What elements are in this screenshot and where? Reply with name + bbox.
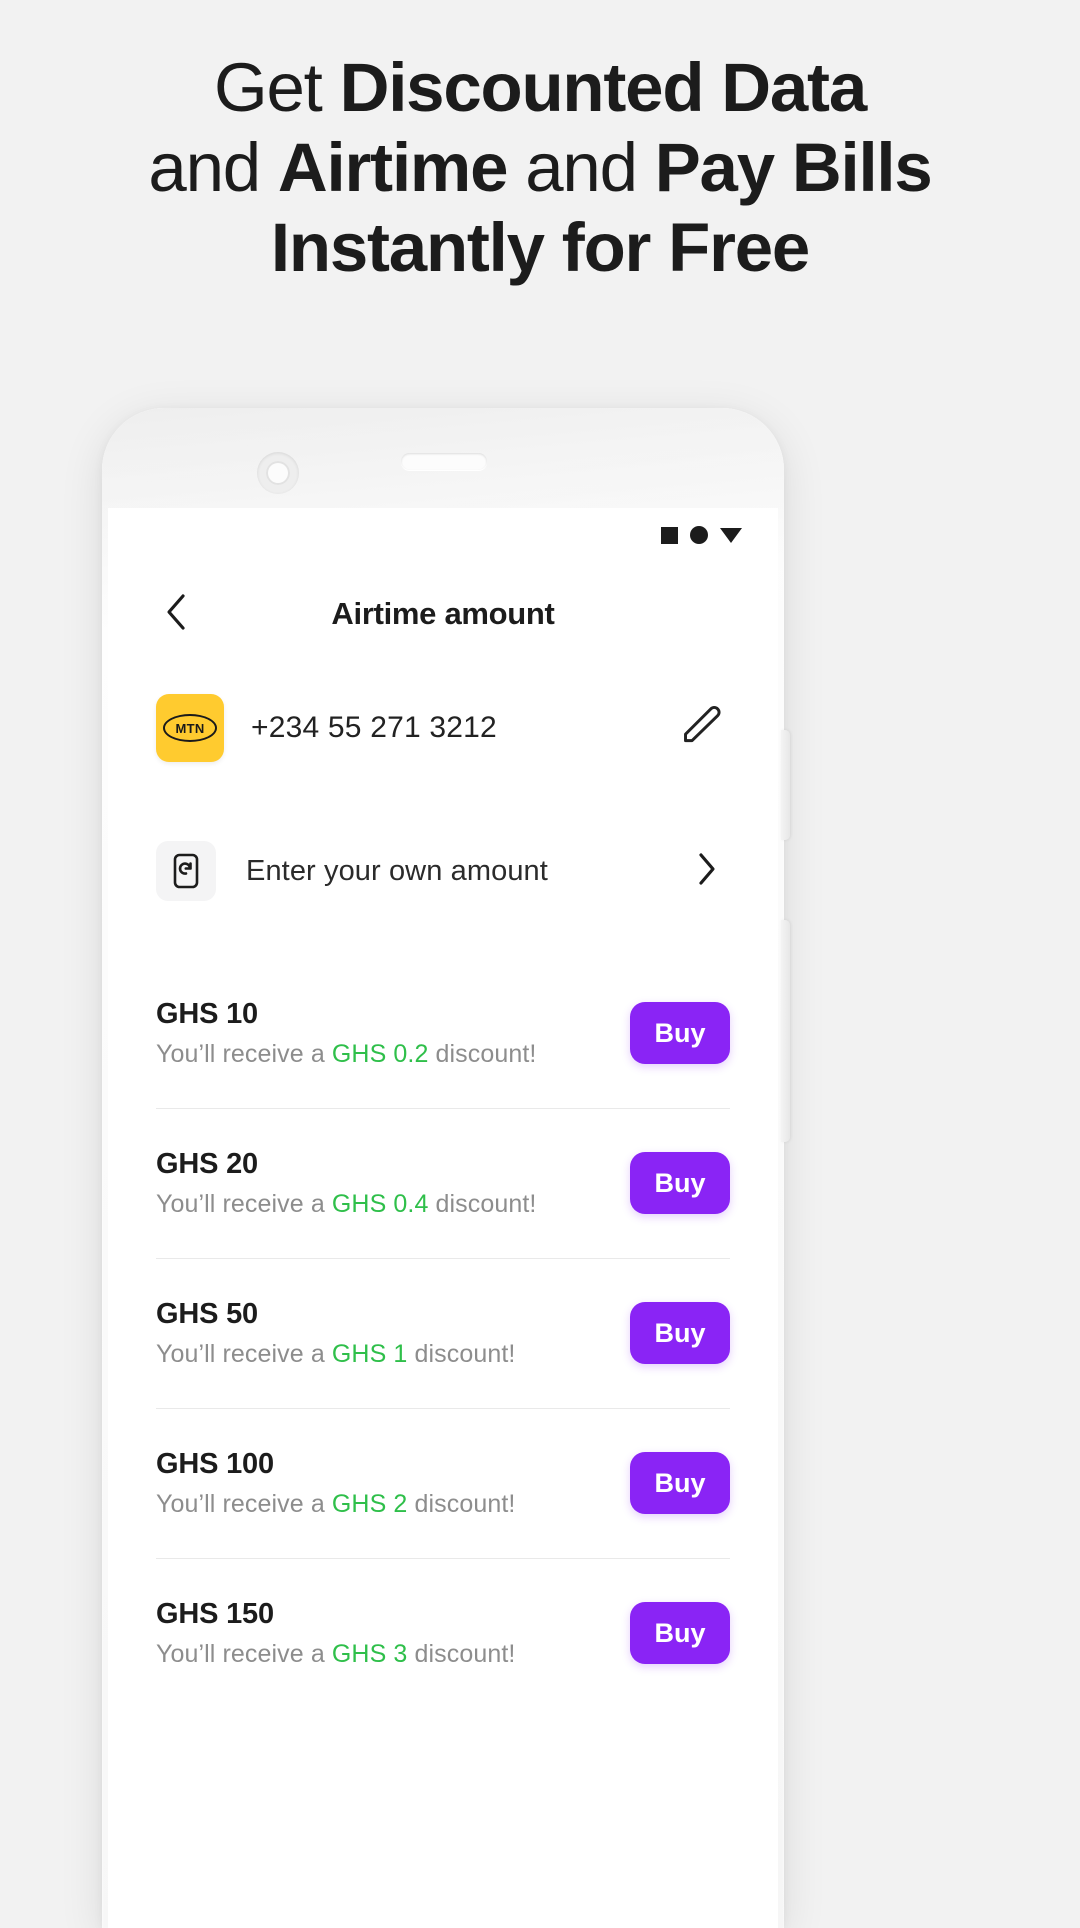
headline-line-1: Get Discounted Data (0, 48, 1080, 128)
headline-line-2: and Airtime and Pay Bills (0, 128, 1080, 208)
volume-button[interactable] (781, 730, 790, 840)
chevron-left-icon (165, 593, 187, 636)
earpiece-speaker-icon (401, 453, 487, 470)
recipient-phone-number: +234 55 271 3212 (251, 711, 497, 744)
promo-headline: Get Discounted Data and Airtime and Pay … (0, 48, 1080, 288)
discount-value: GHS 0.2 (331, 1039, 429, 1068)
denomination-list: GHS 10 You’ll receive a GHS 0.2 discount… (108, 958, 778, 1708)
denomination-info: GHS 150 You’ll receive a GHS 3 discount! (156, 1598, 630, 1669)
camera-dot-icon (257, 452, 299, 494)
denomination-amount: GHS 150 (156, 1597, 274, 1630)
denomination-row[interactable]: GHS 150 You’ll receive a GHS 3 discount!… (108, 1558, 778, 1708)
denomination-info: GHS 100 You’ll receive a GHS 2 discount! (156, 1448, 630, 1519)
headline-text-get: Get (213, 49, 340, 126)
denomination-discount-text: You’ll receive a GHS 1 discount! (156, 1340, 630, 1369)
denomination-amount: GHS 20 (156, 1147, 258, 1180)
enter-own-amount-row[interactable]: Enter your own amount (108, 816, 778, 926)
denomination-amount: GHS 10 (156, 997, 258, 1030)
buy-button[interactable]: Buy (630, 1152, 730, 1214)
discount-suffix: discount! (428, 1039, 537, 1068)
discount-suffix: discount! (407, 1639, 516, 1668)
denomination-amount: GHS 100 (156, 1447, 274, 1480)
pencil-edit-icon (682, 704, 726, 753)
app-screen: Airtime amount MTN +234 55 271 3212 Ente… (108, 508, 778, 1928)
headline-text-instantly-for-free: Instantly for Free (270, 209, 810, 286)
phone-mockup: Airtime amount MTN +234 55 271 3212 Ente… (102, 408, 790, 1928)
headline-text-discounted-data: Discounted Data (339, 49, 868, 126)
denomination-discount-text: You’ll receive a GHS 0.4 discount! (156, 1190, 630, 1219)
mtn-logo-icon: MTN (156, 694, 224, 762)
discount-prefix: You’ll receive a (156, 1039, 332, 1068)
denomination-row[interactable]: GHS 100 You’ll receive a GHS 2 discount!… (108, 1408, 778, 1558)
buy-button[interactable]: Buy (630, 1302, 730, 1364)
chevron-right-icon (697, 852, 717, 891)
headline-text-and-1: and (148, 129, 278, 206)
buy-button[interactable]: Buy (630, 1602, 730, 1664)
enter-own-amount-chevron-button[interactable] (684, 848, 730, 894)
discount-suffix: discount! (407, 1339, 516, 1368)
status-bar (661, 526, 742, 544)
enter-own-amount-label: Enter your own amount (246, 854, 548, 887)
network-logo-label: MTN (163, 714, 217, 742)
headline-text-airtime: Airtime (277, 129, 509, 206)
screen-header: Airtime amount (108, 578, 778, 650)
page-title: Airtime amount (331, 596, 555, 631)
discount-suffix: discount! (407, 1489, 516, 1518)
power-button[interactable] (781, 920, 790, 1142)
denomination-info: GHS 10 You’ll receive a GHS 0.2 discount… (156, 998, 630, 1069)
discount-suffix: discount! (428, 1189, 537, 1218)
denomination-discount-text: You’ll receive a GHS 0.2 discount! (156, 1040, 630, 1069)
denomination-row[interactable]: GHS 50 You’ll receive a GHS 1 discount! … (108, 1258, 778, 1408)
headline-line-3: Instantly for Free (0, 208, 1080, 288)
denomination-info: GHS 50 You’ll receive a GHS 1 discount! (156, 1298, 630, 1369)
denomination-discount-text: You’ll receive a GHS 2 discount! (156, 1490, 630, 1519)
discount-value: GHS 2 (331, 1489, 408, 1518)
denomination-amount: GHS 50 (156, 1297, 258, 1330)
headline-text-and-2: and (507, 129, 655, 206)
buy-button[interactable]: Buy (630, 1452, 730, 1514)
denomination-discount-text: You’ll receive a GHS 3 discount! (156, 1640, 630, 1669)
headline-text-pay-bills: Pay Bills (654, 129, 933, 206)
denomination-row[interactable]: GHS 20 You’ll receive a GHS 0.4 discount… (108, 1108, 778, 1258)
discount-value: GHS 0.4 (331, 1189, 429, 1218)
discount-prefix: You’ll receive a (156, 1339, 332, 1368)
discount-value: GHS 1 (331, 1339, 408, 1368)
discount-prefix: You’ll receive a (156, 1489, 332, 1518)
square-icon (661, 526, 678, 544)
triangle-down-icon (720, 527, 742, 543)
edit-recipient-button[interactable] (678, 702, 730, 754)
denomination-info: GHS 20 You’ll receive a GHS 0.4 discount… (156, 1148, 630, 1219)
recipient-row[interactable]: MTN +234 55 271 3212 (108, 668, 778, 788)
buy-button[interactable]: Buy (630, 1002, 730, 1064)
discount-prefix: You’ll receive a (156, 1639, 332, 1668)
back-button[interactable] (154, 592, 198, 636)
discount-value: GHS 3 (331, 1639, 408, 1668)
phone-recharge-icon (156, 841, 216, 901)
discount-prefix: You’ll receive a (156, 1189, 332, 1218)
denomination-row[interactable]: GHS 10 You’ll receive a GHS 0.2 discount… (108, 958, 778, 1108)
circle-icon (690, 526, 708, 544)
